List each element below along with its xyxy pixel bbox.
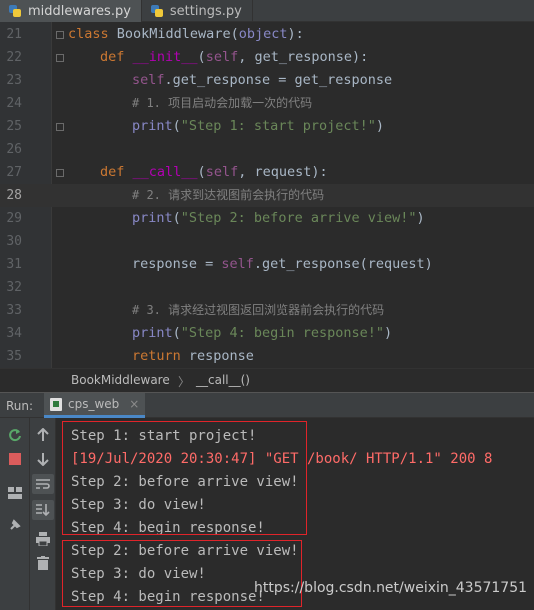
close-icon[interactable]: × — [129, 397, 139, 411]
code-line-current[interactable]: 28 # 2. 请求到达视图前会执行的代码 — [0, 184, 534, 207]
line-number: 26 — [6, 142, 22, 157]
code-line[interactable]: 25 print("Step 1: start project!") — [0, 115, 534, 138]
code-line[interactable]: 26 — [0, 138, 534, 161]
breadcrumb-class[interactable]: BookMiddleware — [71, 373, 170, 387]
highlight-box-first-request — [62, 421, 307, 535]
code-line[interactable]: 34 print("Step 4: begin response!") — [0, 322, 534, 345]
line-number: 30 — [6, 234, 22, 249]
code-line[interactable]: 32 — [0, 276, 534, 299]
code-line[interactable]: 31 response = self.get_response(request) — [0, 253, 534, 276]
tab-label: middlewares.py — [28, 3, 131, 19]
stop-icon[interactable] — [6, 450, 24, 468]
line-number: 23 — [6, 73, 22, 88]
fold-marker-icon[interactable] — [56, 169, 64, 177]
run-config-label: cps_web — [68, 397, 120, 411]
soft-wrap-icon[interactable] — [32, 474, 54, 494]
line-number: 28 — [6, 188, 22, 203]
arrow-down-icon[interactable] — [34, 450, 52, 468]
line-number: 22 — [6, 50, 22, 65]
django-config-icon — [50, 397, 62, 411]
watermark: https://blog.csdn.net/weixin_43571751 — [254, 580, 528, 596]
run-config-tab[interactable]: cps_web × — [44, 393, 146, 418]
line-number: 25 — [6, 119, 22, 134]
breadcrumb: BookMiddleware 〉 __call__() — [0, 368, 534, 392]
run-label: Run: — [6, 399, 34, 413]
code-line[interactable]: 24 # 1. 项目启动会加载一次的代码 — [0, 92, 534, 115]
code-editor[interactable]: 21 class BookMiddleware(object): 22 def … — [0, 22, 534, 368]
breadcrumb-method[interactable]: __call__() — [196, 373, 250, 387]
code-line[interactable]: 33 # 3. 请求经过视图返回浏览器前会执行的代码 — [0, 299, 534, 322]
print-icon[interactable] — [34, 530, 52, 548]
tab-settings[interactable]: settings.py — [142, 0, 253, 22]
tab-middlewares[interactable]: middlewares.py — [0, 0, 142, 22]
code-line[interactable]: 22 def __init__(self, get_response): — [0, 46, 534, 69]
run-tool-header: Run: cps_web × — [0, 392, 534, 418]
python-file-icon — [150, 4, 164, 18]
run-toolbar-left — [0, 418, 30, 610]
code-line[interactable]: 21 class BookMiddleware(object): — [0, 23, 534, 46]
fold-marker-icon[interactable] — [56, 31, 64, 39]
layout-icon[interactable] — [6, 484, 24, 502]
code-line[interactable]: 35 return response — [0, 345, 534, 368]
run-toolbar-right — [30, 418, 56, 610]
code-line[interactable]: 27 def __call__(self, request): — [0, 161, 534, 184]
line-number: 33 — [6, 303, 22, 318]
editor-tab-bar: middlewares.py settings.py — [0, 0, 534, 22]
scroll-to-end-icon[interactable] — [32, 500, 54, 520]
tab-label: settings.py — [169, 3, 242, 19]
fold-marker-icon[interactable] — [56, 54, 64, 62]
code-line[interactable]: 23 self.get_response = get_response — [0, 69, 534, 92]
breadcrumb-separator: 〉 — [178, 375, 191, 389]
line-number: 34 — [6, 326, 22, 341]
code-line[interactable]: 30 — [0, 230, 534, 253]
arrow-up-icon[interactable] — [34, 426, 52, 444]
line-number: 31 — [6, 257, 22, 272]
fold-marker-icon[interactable] — [56, 123, 64, 131]
python-file-icon — [8, 4, 22, 18]
line-number: 21 — [6, 27, 22, 42]
rerun-icon[interactable] — [6, 426, 24, 444]
line-number: 29 — [6, 211, 22, 226]
line-number: 27 — [6, 165, 22, 180]
pin-icon[interactable] — [6, 516, 24, 534]
line-number: 24 — [6, 96, 22, 111]
trash-icon[interactable] — [34, 554, 52, 572]
code-line[interactable]: 29 print("Step 2: before arrive view!") — [0, 207, 534, 230]
line-number: 32 — [6, 280, 22, 295]
line-number: 35 — [6, 349, 22, 364]
highlight-box-second-request — [62, 540, 302, 607]
